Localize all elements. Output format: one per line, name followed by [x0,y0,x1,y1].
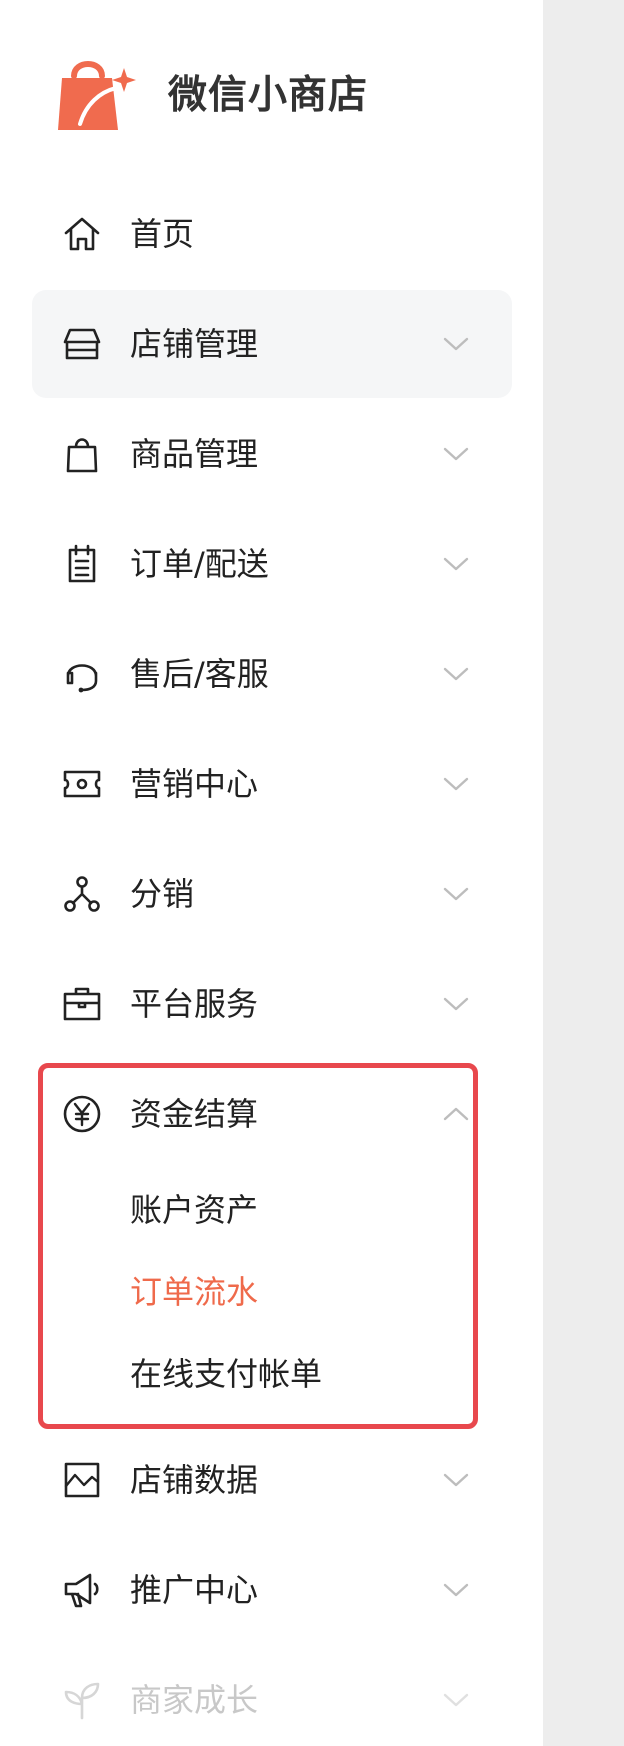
chevron-down-icon[interactable] [442,444,470,464]
sidebar-item-label: 店铺管理 [130,325,259,363]
sidebar-item-product-management[interactable]: 商品管理 [32,400,512,508]
chart-icon [62,1460,102,1500]
chevron-down-icon[interactable] [442,1580,470,1600]
sidebar-item-label: 售后/客服 [130,655,269,693]
yen-icon [62,1094,102,1134]
sidebar-item-aftersales-service[interactable]: 售后/客服 [32,620,512,728]
sidebar-item-fund-settlement[interactable]: 资金结算 [32,1060,512,1168]
brand-header[interactable]: 微信小商店 [56,52,368,132]
sidebar-item-store-data[interactable]: 店铺数据 [32,1426,512,1534]
store-icon [62,324,102,364]
chevron-down-icon[interactable] [442,884,470,904]
sidebar-item-label: 营销中心 [130,765,259,803]
sidebar-item-label: 店铺数据 [130,1461,259,1499]
sidebar-item-label: 分销 [130,875,195,913]
submenu-item-online-payment-bill[interactable]: 在线支付帐单 [130,1344,322,1404]
chevron-down-icon[interactable] [442,554,470,574]
headset-icon [62,654,102,694]
clipboard-icon [62,544,102,584]
content-area [543,0,624,1746]
app-title: 微信小商店 [168,73,369,118]
sidebar-item-label: 资金结算 [130,1095,259,1133]
chevron-down-icon[interactable] [442,334,470,354]
sidebar-item-distribution[interactable]: 分销 [32,840,512,948]
sidebar-item-promotion-center[interactable]: 推广中心 [32,1536,512,1644]
chevron-down-icon[interactable] [442,994,470,1014]
sprout-icon [62,1680,102,1720]
sidebar-item-store-management[interactable]: 店铺管理 [32,290,512,398]
chevron-down-icon[interactable] [442,774,470,794]
ticket-icon [62,764,102,804]
distribution-icon [62,874,102,914]
shopping-bag-sparkle-icon [56,52,138,132]
sidebar-item-label: 平台服务 [130,985,259,1023]
home-icon [62,214,102,254]
bag-icon [62,434,102,474]
submenu-item-order-flow[interactable]: 订单流水 [130,1262,258,1322]
sidebar-item-label: 首页 [130,215,195,253]
sidebar-item-label: 商家成长 [130,1681,259,1719]
submenu-item-account-assets[interactable]: 账户资产 [130,1180,258,1240]
chevron-down-icon[interactable] [442,1690,470,1710]
chevron-down-icon[interactable] [442,1470,470,1490]
briefcase-icon [62,984,102,1024]
sidebar-item-merchant-growth[interactable]: 商家成长 [32,1646,512,1746]
sidebar-item-platform-services[interactable]: 平台服务 [32,950,512,1058]
sidebar-item-label: 订单/配送 [130,545,269,583]
sidebar-item-home[interactable]: 首页 [32,180,512,288]
sidebar-item-label: 商品管理 [130,435,259,473]
megaphone-icon [62,1570,102,1610]
sidebar-nav: 微信小商店 首页 店铺管理 商品管理 订单/配送 售后/客服 营销中心 分销 平… [0,0,543,1746]
sidebar-item-label: 推广中心 [130,1571,259,1609]
chevron-down-icon[interactable] [442,664,470,684]
sidebar-item-marketing-center[interactable]: 营销中心 [32,730,512,838]
sidebar-item-orders-delivery[interactable]: 订单/配送 [32,510,512,618]
chevron-up-icon[interactable] [442,1104,470,1124]
